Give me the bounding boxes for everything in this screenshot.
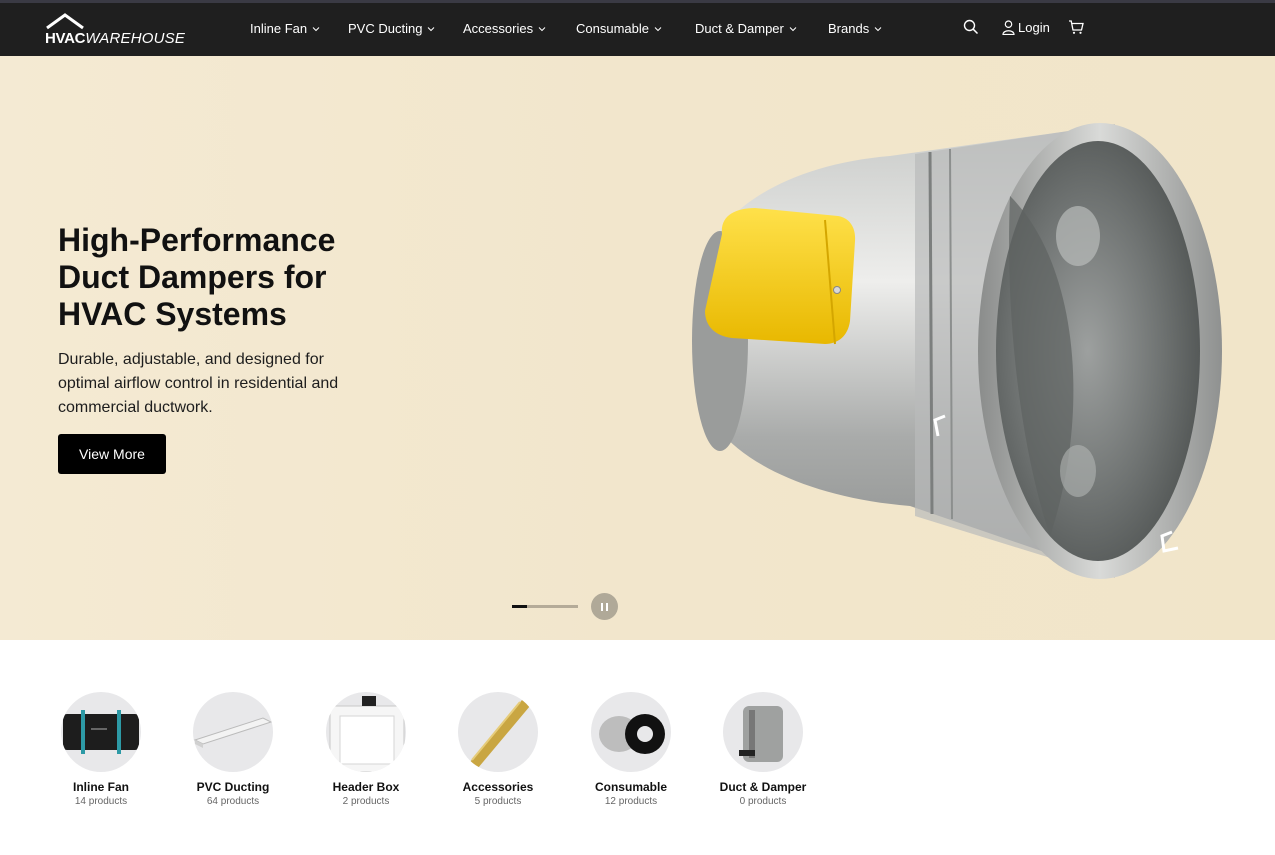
nav-item-label: Duct & Damper bbox=[695, 21, 784, 36]
chevron-down-icon bbox=[538, 26, 546, 31]
top-navigation-bar: HVACWAREHOUSE Inline Fan PVC Ducting Acc… bbox=[0, 0, 1275, 56]
category-name: Consumable bbox=[594, 780, 667, 794]
category-header-box[interactable]: Header Box 2 products bbox=[311, 692, 421, 807]
category-count: 64 products bbox=[206, 796, 260, 807]
nav-item-consumable[interactable]: Consumable bbox=[576, 21, 662, 36]
chevron-down-icon bbox=[789, 26, 797, 31]
logo-text-italic: WAREHOUSE bbox=[85, 30, 186, 47]
category-count: 12 products bbox=[604, 796, 658, 807]
category-duct-damper[interactable]: Duct & Damper 0 products bbox=[708, 692, 818, 807]
hero-subtitle: Durable, adjustable, and designed for op… bbox=[58, 351, 339, 416]
nav-item-label: Inline Fan bbox=[250, 21, 308, 36]
category-inline-fan[interactable]: Inline Fan 14 products bbox=[46, 692, 156, 807]
category-image bbox=[326, 692, 406, 772]
nav-item-accessories[interactable]: Accessories bbox=[463, 21, 546, 36]
category-count: 5 products bbox=[474, 796, 522, 807]
hvac-warehouse-logo[interactable]: HVACWAREHOUSE bbox=[45, 13, 185, 49]
view-more-button[interactable]: View More bbox=[58, 434, 166, 474]
pause-icon-bar bbox=[601, 602, 603, 611]
category-count: 14 products bbox=[74, 796, 128, 807]
chevron-down-icon bbox=[874, 26, 882, 31]
logo-text-bold: HVAC bbox=[45, 30, 86, 47]
slide-progress-fill bbox=[512, 605, 528, 608]
nav-item-label: Consumable bbox=[576, 21, 649, 36]
nav-item-duct-damper[interactable]: Duct & Damper bbox=[695, 21, 797, 36]
nav-item-label: Accessories bbox=[463, 21, 534, 36]
category-image bbox=[591, 692, 671, 772]
login-label: Login bbox=[1018, 20, 1050, 35]
category-image bbox=[193, 692, 273, 772]
chevron-down-icon bbox=[428, 26, 435, 31]
duct-damper-icon bbox=[739, 706, 783, 762]
user-icon bbox=[1002, 20, 1015, 35]
category-count: 0 products bbox=[739, 796, 787, 807]
inline-fan-icon bbox=[63, 710, 139, 754]
category-count: 2 products bbox=[342, 796, 390, 807]
nav-item-inline-fan[interactable]: Inline Fan bbox=[250, 21, 320, 36]
category-name: Inline Fan bbox=[72, 780, 129, 794]
category-image bbox=[723, 692, 803, 772]
hero-title: High-Performance Duct Dampers for HVAC S… bbox=[58, 222, 336, 332]
category-name: PVC Ducting bbox=[196, 780, 270, 794]
hero-banner: High-Performance Duct Dampers for HVAC S… bbox=[0, 56, 1275, 640]
nav-item-label: Brands bbox=[828, 21, 870, 36]
cart-icon[interactable] bbox=[1068, 19, 1084, 35]
category-name: Header Box bbox=[332, 780, 400, 794]
login-link[interactable]: Login bbox=[1002, 20, 1050, 35]
chevron-down-icon bbox=[312, 26, 320, 31]
category-accessories[interactable]: Accessories 5 products bbox=[443, 692, 553, 807]
search-icon[interactable] bbox=[963, 19, 979, 35]
duct-damper-image bbox=[692, 123, 1222, 579]
roof-logo-icon bbox=[46, 13, 84, 30]
nav-item-brands[interactable]: Brands bbox=[828, 21, 882, 36]
category-name: Accessories bbox=[462, 780, 534, 794]
header-box-icon bbox=[329, 696, 405, 772]
accessories-icon bbox=[470, 700, 530, 768]
nav-item-pvc-ducting[interactable]: PVC Ducting bbox=[348, 21, 435, 36]
category-image bbox=[61, 692, 141, 772]
tape-roll-icon bbox=[599, 714, 665, 754]
nav-item-label: PVC Ducting bbox=[348, 21, 423, 36]
category-pvc-ducting[interactable]: PVC Ducting 64 products bbox=[178, 692, 288, 807]
chevron-down-icon bbox=[654, 26, 662, 31]
pause-icon-bar bbox=[606, 602, 608, 611]
pvc-ducting-icon bbox=[193, 717, 273, 748]
category-consumable[interactable]: Consumable 12 products bbox=[576, 692, 686, 807]
category-image bbox=[458, 692, 538, 772]
slide-progress-track bbox=[512, 605, 578, 608]
pause-slideshow-button[interactable] bbox=[591, 593, 618, 620]
category-name: Duct & Damper bbox=[719, 780, 807, 794]
